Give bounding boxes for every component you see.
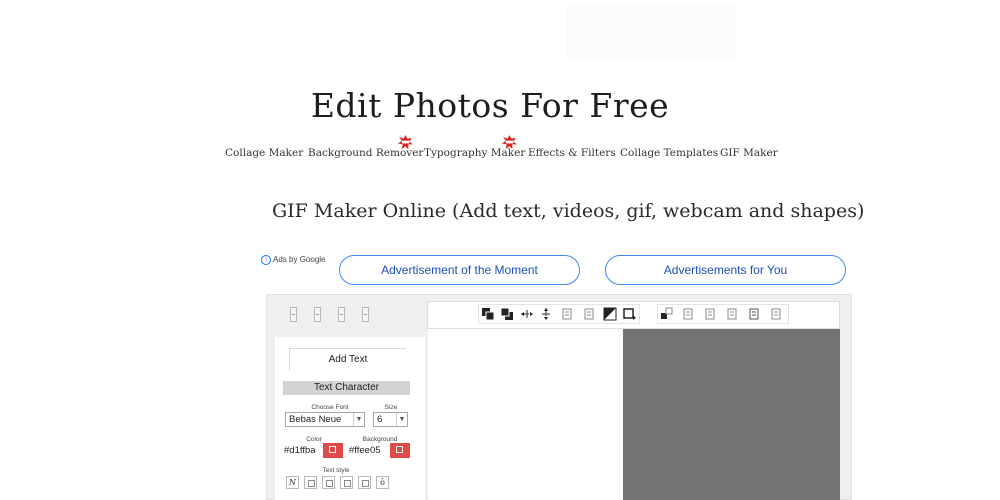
delete-icon[interactable] xyxy=(747,307,761,321)
background-picker-button[interactable] xyxy=(390,443,410,458)
text-style-label: Text style xyxy=(322,467,350,474)
site-title: Edit Photos For Free xyxy=(310,86,670,125)
side-tool-button[interactable] xyxy=(338,307,345,322)
nav-collage-maker[interactable]: Collage Maker xyxy=(225,147,303,159)
side-tool-button[interactable] xyxy=(314,307,321,322)
logo-placeholder xyxy=(566,4,736,60)
style-strike-button[interactable] xyxy=(358,476,371,489)
nav-gif-maker[interactable]: GIF Maker xyxy=(720,147,778,159)
bring-forward-icon[interactable] xyxy=(481,307,495,321)
choose-font-label: Choose Font xyxy=(311,404,349,411)
background-input[interactable]: #ffee05 xyxy=(349,445,381,456)
canvas-preview[interactable] xyxy=(623,329,840,500)
new-badge-icon xyxy=(502,135,517,150)
nav-effects-filters[interactable]: Effects & Filters xyxy=(528,147,616,159)
font-select[interactable]: Bebas Neue ▼ xyxy=(285,412,365,427)
align-vertical-icon[interactable] xyxy=(539,307,553,321)
resize-icon[interactable] xyxy=(660,307,674,321)
size-label: Size xyxy=(384,404,398,411)
add-text-tab[interactable]: Add Text xyxy=(289,348,406,371)
color-input[interactable]: #d1ffba xyxy=(284,445,316,456)
new-badge-icon xyxy=(398,135,413,150)
style-bold-button[interactable] xyxy=(304,476,317,489)
style-overline-button[interactable]: ō xyxy=(376,476,389,489)
text-character-header: Text Character xyxy=(283,381,410,395)
ad-button-for-you[interactable]: Advertisements for You xyxy=(605,255,846,285)
chevron-down-icon: ▼ xyxy=(396,413,407,426)
flip-vertical-icon[interactable] xyxy=(582,307,596,321)
copy-icon[interactable] xyxy=(681,307,695,321)
nav-collage-templates[interactable]: Collage Templates xyxy=(620,147,718,159)
info-icon: i xyxy=(261,255,271,265)
style-italic-button[interactable] xyxy=(322,476,335,489)
color-picker-button[interactable] xyxy=(323,443,343,458)
nav-background-remover[interactable]: Background Remover xyxy=(308,135,423,159)
duplicate-icon[interactable] xyxy=(725,307,739,321)
chevron-down-icon: ▼ xyxy=(353,413,364,426)
nav-typography-maker[interactable]: Typography Maker xyxy=(424,135,525,159)
align-horizontal-icon[interactable] xyxy=(520,307,534,321)
export-icon[interactable] xyxy=(769,307,783,321)
contrast-icon[interactable] xyxy=(603,307,617,321)
crop-icon[interactable] xyxy=(623,307,637,321)
side-tool-button[interactable] xyxy=(290,307,297,322)
ad-button-moment[interactable]: Advertisement of the Moment xyxy=(339,255,580,285)
size-select[interactable]: 6 ▼ xyxy=(373,412,408,427)
background-label: Background xyxy=(362,436,398,443)
flip-horizontal-icon[interactable] xyxy=(560,307,574,321)
color-label: Color xyxy=(306,436,322,443)
paste-icon[interactable] xyxy=(703,307,717,321)
send-backward-icon[interactable] xyxy=(500,307,514,321)
style-normal-button[interactable]: N xyxy=(286,476,299,489)
canvas-workspace[interactable] xyxy=(428,329,623,500)
page-heading: GIF Maker Online (Add text, videos, gif,… xyxy=(272,200,865,222)
side-tool-button[interactable] xyxy=(362,307,369,322)
style-underline-button[interactable] xyxy=(340,476,353,489)
ads-by-google[interactable]: i Ads by Google xyxy=(261,255,326,265)
